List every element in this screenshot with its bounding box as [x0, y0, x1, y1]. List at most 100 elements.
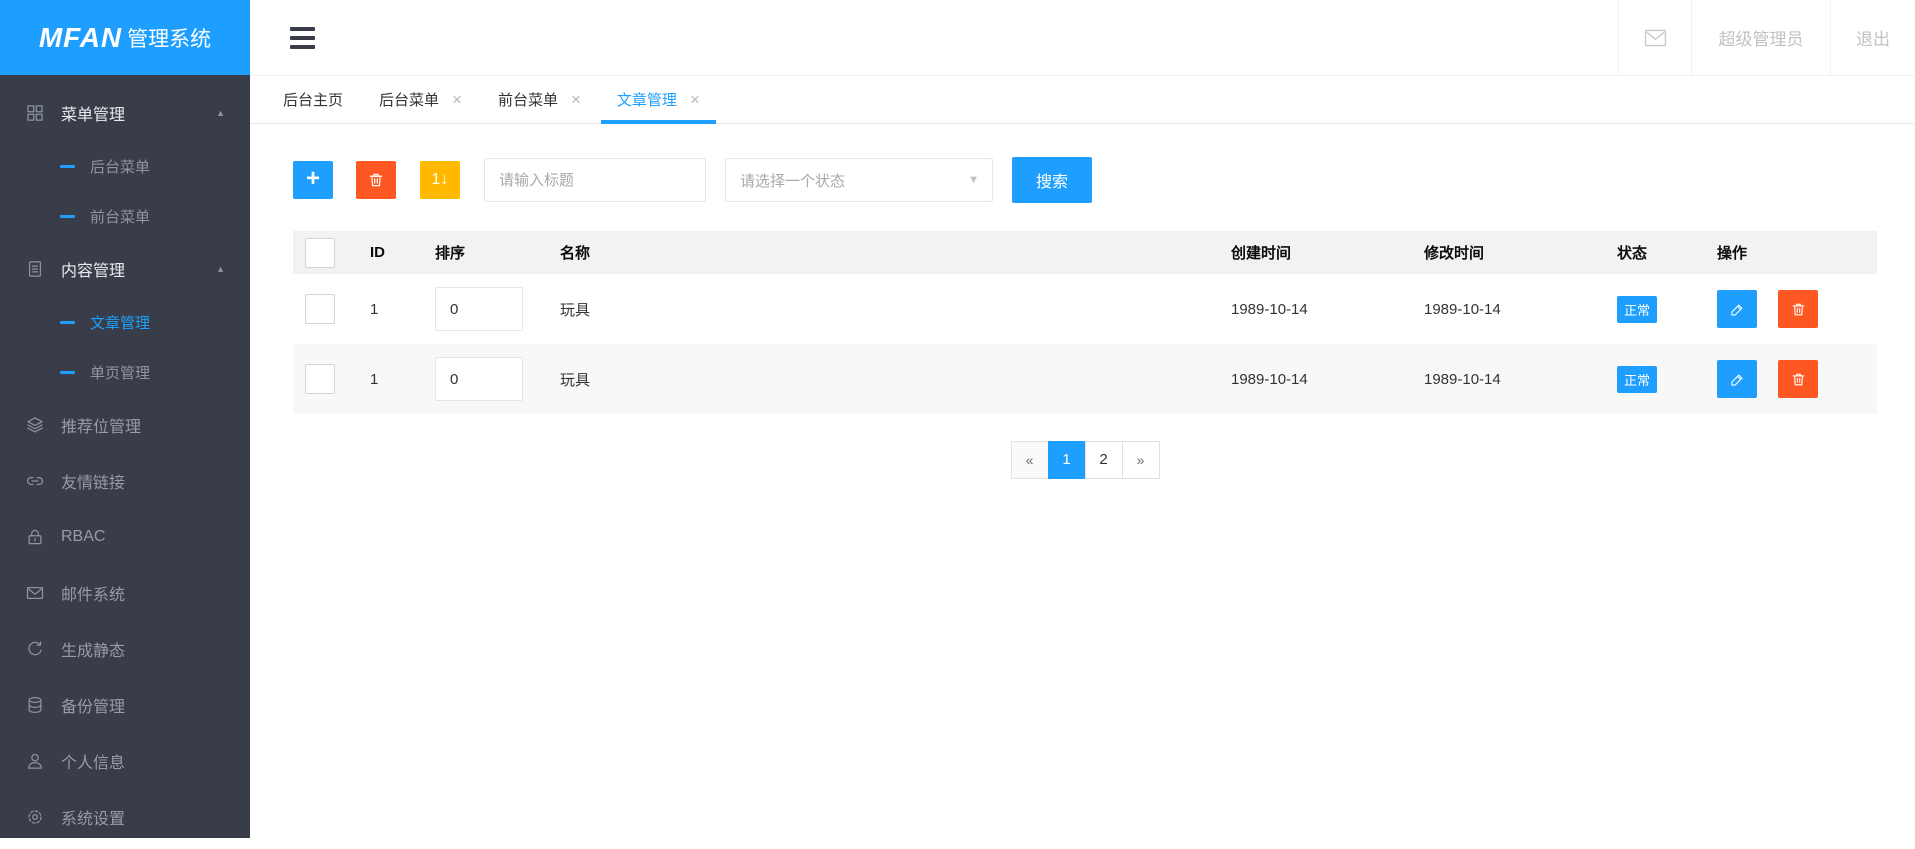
- logout-button[interactable]: 退出: [1830, 0, 1915, 75]
- close-icon[interactable]: ×: [690, 91, 700, 108]
- topbar-right: 超级管理员 退出: [1618, 0, 1915, 75]
- close-icon[interactable]: ×: [452, 91, 462, 108]
- tab-backend-home[interactable]: 后台主页: [265, 76, 361, 123]
- messages-button[interactable]: [1618, 0, 1691, 75]
- tab-label: 后台菜单: [379, 92, 440, 109]
- tab-frontend-menu[interactable]: 前台菜单 ×: [480, 76, 599, 123]
- dash-icon: [60, 164, 75, 168]
- refresh-icon: [25, 639, 45, 659]
- pagination-next-button[interactable]: »: [1121, 441, 1160, 479]
- cell-id: 1: [370, 370, 379, 388]
- sidebar-subitem-label: 前台菜单: [90, 208, 151, 226]
- sidebar-item-label: 个人信息: [61, 755, 126, 772]
- sidebar-subitem-label: 后台菜单: [90, 158, 151, 176]
- brand-suffix: 管理系统: [127, 27, 212, 51]
- toolbar: + 1↓ 请选择一个状态 ▼ 搜索: [293, 157, 1877, 203]
- current-user[interactable]: 超级管理员: [1691, 0, 1830, 75]
- cell-id: 1: [370, 300, 379, 318]
- cell-modified: 1989-10-14: [1424, 300, 1501, 318]
- sidebar-item-page-manage[interactable]: 单页管理: [0, 347, 250, 397]
- delete-button[interactable]: [1778, 360, 1818, 398]
- sidebar-item-backup-manage[interactable]: 备份管理: [0, 677, 250, 733]
- status-select[interactable]: 请选择一个状态 ▼: [725, 158, 993, 202]
- sidebar-item-rbac[interactable]: RBAC: [0, 509, 250, 565]
- sidebar-item-frontend-menu[interactable]: 前台菜单: [0, 191, 250, 241]
- content-area: + 1↓ 请选择一个状态 ▼ 搜索 ID 排: [250, 124, 1915, 849]
- envelope-icon: [1644, 29, 1666, 46]
- sidebar-item-label: 邮件系统: [61, 587, 126, 604]
- sidebar-nav: 菜单管理 ▲ 后台菜单 前台菜单 内容管理 ▲ 文章管理 单页管理 推荐位管理 …: [0, 75, 250, 845]
- sidebar-item-friend-links[interactable]: 友情链接: [0, 453, 250, 509]
- search-button[interactable]: 搜索: [1012, 157, 1092, 203]
- sidebar-item-label: 备份管理: [61, 699, 126, 716]
- column-header-sort: 排序: [435, 245, 466, 262]
- sort-order-input[interactable]: [435, 287, 523, 331]
- sidebar-item-mail-system[interactable]: 邮件系统: [0, 565, 250, 621]
- pagination-page-2[interactable]: 2: [1084, 441, 1123, 479]
- sidebar-submenu: 后台菜单 前台菜单: [0, 141, 250, 241]
- pagination-page-1[interactable]: 1: [1047, 441, 1086, 479]
- batch-delete-button[interactable]: [356, 161, 396, 199]
- sidebar-item-recommend-manage[interactable]: 推荐位管理: [0, 397, 250, 453]
- sidebar-item-generate-static[interactable]: 生成静态: [0, 621, 250, 677]
- dash-icon: [60, 320, 75, 324]
- trash-icon: [369, 173, 383, 187]
- sidebar-item-menu-manage[interactable]: 菜单管理 ▲: [0, 85, 250, 141]
- username-label: 超级管理员: [1718, 30, 1804, 49]
- tab-label: 文章管理: [616, 92, 677, 109]
- cell-created: 1989-10-14: [1231, 370, 1308, 388]
- hamburger-icon[interactable]: [290, 26, 315, 49]
- logout-label: 退出: [1856, 30, 1890, 49]
- status-badge: 正常: [1617, 365, 1658, 393]
- sidebar-item-article-manage[interactable]: 文章管理: [0, 297, 250, 347]
- sort-button[interactable]: 1↓: [420, 161, 460, 199]
- close-icon[interactable]: ×: [571, 91, 581, 108]
- pencil-icon: [1730, 304, 1742, 316]
- column-header-created: 创建时间: [1231, 245, 1292, 262]
- app-logo[interactable]: MFAN 管理系统: [0, 0, 250, 75]
- tab-article-manage[interactable]: 文章管理 ×: [599, 76, 718, 124]
- chevron-up-icon: ▲: [216, 108, 225, 118]
- chevron-down-icon: ▼: [968, 174, 979, 186]
- pagination-wrapper: « 1 2 »: [293, 441, 1877, 479]
- sort-order-input[interactable]: [435, 357, 523, 401]
- sidebar-item-system-settings[interactable]: 系统设置: [0, 789, 250, 845]
- select-all-checkbox[interactable]: [305, 237, 335, 268]
- column-header-operations: 操作: [1717, 245, 1748, 262]
- add-button[interactable]: +: [293, 161, 333, 199]
- sidebar-item-profile[interactable]: 个人信息: [0, 733, 250, 789]
- topbar: 超级管理员 退出: [250, 0, 1915, 76]
- title-search-input[interactable]: [484, 158, 706, 202]
- row-select-checkbox[interactable]: [305, 294, 335, 324]
- column-header-status: 状态: [1617, 245, 1648, 262]
- row-select-checkbox[interactable]: [305, 364, 335, 394]
- cell-created: 1989-10-14: [1231, 300, 1308, 318]
- pagination-prev-button[interactable]: «: [1010, 441, 1049, 479]
- sidebar: MFAN 管理系统 菜单管理 ▲ 后台菜单 前台菜单 内容管理 ▲ 文章管理 单…: [0, 0, 250, 838]
- delete-button[interactable]: [1778, 290, 1818, 328]
- pagination: « 1 2 »: [1010, 441, 1160, 479]
- status-select-placeholder: 请选择一个状态: [740, 172, 846, 190]
- column-header-modified: 修改时间: [1424, 245, 1485, 262]
- articles-table: ID 排序 名称 创建时间 修改时间 状态 操作 1 玩具 1989-10-14…: [293, 231, 1877, 414]
- table-row: 1 玩具 1989-10-14 1989-10-14 正常: [293, 274, 1877, 344]
- mail-icon: [25, 583, 45, 603]
- tab-backend-menu[interactable]: 后台菜单 ×: [361, 76, 480, 123]
- lock-icon: [25, 527, 45, 547]
- edit-button[interactable]: [1717, 360, 1757, 398]
- grid-icon: [25, 103, 45, 123]
- table-header-row: ID 排序 名称 创建时间 修改时间 状态 操作: [293, 231, 1877, 274]
- edit-button[interactable]: [1717, 290, 1757, 328]
- column-header-id: ID: [370, 244, 385, 261]
- sidebar-item-label: 推荐位管理: [61, 419, 142, 436]
- sidebar-item-content-manage[interactable]: 内容管理 ▲: [0, 241, 250, 297]
- sidebar-item-label: 系统设置: [61, 811, 126, 828]
- cell-modified: 1989-10-14: [1424, 370, 1501, 388]
- sidebar-item-backend-menu[interactable]: 后台菜单: [0, 141, 250, 191]
- cell-name: 玩具: [560, 371, 591, 389]
- table-row: 1 玩具 1989-10-14 1989-10-14 正常: [293, 344, 1877, 414]
- sidebar-item-label: RBAC: [61, 528, 106, 545]
- column-header-name: 名称: [560, 245, 591, 262]
- database-icon: [25, 695, 45, 715]
- dash-icon: [60, 370, 75, 374]
